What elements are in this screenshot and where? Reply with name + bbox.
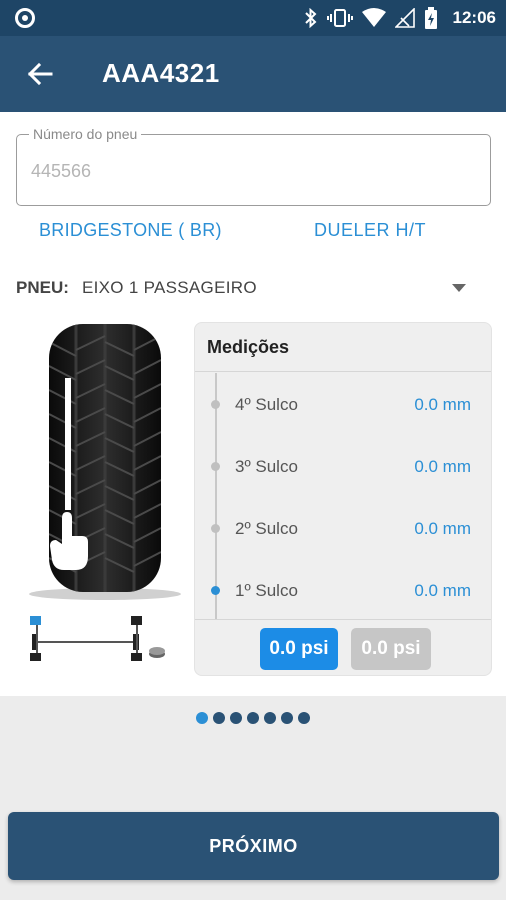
groove-label: 1º Sulco bbox=[235, 581, 298, 600]
main-content: Número do pneu BRIDGESTONE ( BR) DUELER … bbox=[0, 112, 506, 696]
panel-divider bbox=[195, 371, 491, 372]
page-dot-active bbox=[196, 712, 208, 724]
measurements-title: Medições bbox=[207, 337, 290, 357]
tire-position-value: EIXO 1 PASSAGEIRO bbox=[82, 278, 257, 297]
page-title: AAA4321 bbox=[102, 58, 220, 88]
app-bar: AAA4321 bbox=[0, 36, 506, 112]
next-button[interactable]: PRÓXIMO bbox=[8, 812, 499, 880]
tire-brand: BRIDGESTONE ( BR) bbox=[39, 220, 222, 240]
battery-icon bbox=[424, 7, 437, 29]
wifi-icon bbox=[361, 8, 386, 27]
groove-row[interactable]: 4º Sulco 0.0 mm bbox=[195, 390, 491, 418]
status-time: 12:06 bbox=[452, 8, 496, 27]
groove-row[interactable]: 3º Sulco 0.0 mm bbox=[195, 452, 491, 480]
bluetooth-icon bbox=[304, 8, 316, 28]
groove-value: 0.0 mm bbox=[414, 581, 471, 600]
panel-divider bbox=[195, 619, 491, 620]
back-button[interactable] bbox=[22, 58, 58, 90]
selected-tire-marker bbox=[30, 616, 41, 625]
notification-icon bbox=[15, 8, 35, 28]
tire-image bbox=[29, 324, 181, 600]
groove-row[interactable]: 2º Sulco 0.0 mm bbox=[195, 514, 491, 542]
axle-diagram bbox=[30, 616, 165, 661]
signal-icon bbox=[394, 8, 415, 28]
page-dot bbox=[247, 712, 259, 724]
groove-label: 4º Sulco bbox=[235, 395, 298, 414]
status-icons: 12:06 bbox=[304, 6, 496, 30]
tire-model: DUELER H/T bbox=[314, 220, 427, 240]
timeline-dot-active bbox=[211, 586, 220, 595]
groove-value: 0.0 mm bbox=[414, 395, 471, 414]
page-dot bbox=[264, 712, 276, 724]
groove-row[interactable]: 1º Sulco 0.0 mm bbox=[195, 576, 491, 604]
arrow-back-icon bbox=[27, 62, 53, 86]
measurements-panel: Medições 4º Sulco 0.0 mm 3º Sulco 0.0 mm… bbox=[194, 322, 492, 676]
pressure-button[interactable]: 0.0 psi bbox=[351, 628, 431, 670]
page-dot bbox=[213, 712, 225, 724]
tire-position-select[interactable]: PNEU: EIXO 1 PASSAGEIRO bbox=[16, 276, 476, 302]
tire-number-label: Número do pneu bbox=[29, 126, 142, 142]
tire-position-label: PNEU: bbox=[16, 278, 69, 297]
groove-value: 0.0 mm bbox=[414, 457, 471, 476]
groove-value: 0.0 mm bbox=[414, 519, 471, 538]
page-dot bbox=[298, 712, 310, 724]
vibrate-icon bbox=[326, 9, 353, 27]
groove-label: 3º Sulco bbox=[235, 457, 298, 476]
pressure-button-active[interactable]: 0.0 psi bbox=[260, 628, 338, 670]
tire-number-input[interactable] bbox=[31, 161, 471, 182]
timeline-dot bbox=[211, 462, 220, 471]
timeline-dot bbox=[211, 400, 220, 409]
groove-label: 2º Sulco bbox=[235, 519, 298, 538]
page-dot bbox=[230, 712, 242, 724]
status-bar: 12:06 bbox=[0, 0, 506, 36]
timeline-dot bbox=[211, 524, 220, 533]
tire-number-field[interactable]: Número do pneu bbox=[16, 126, 491, 206]
page-indicator bbox=[0, 712, 506, 726]
dropdown-arrow-icon bbox=[452, 284, 466, 292]
page-dot bbox=[281, 712, 293, 724]
